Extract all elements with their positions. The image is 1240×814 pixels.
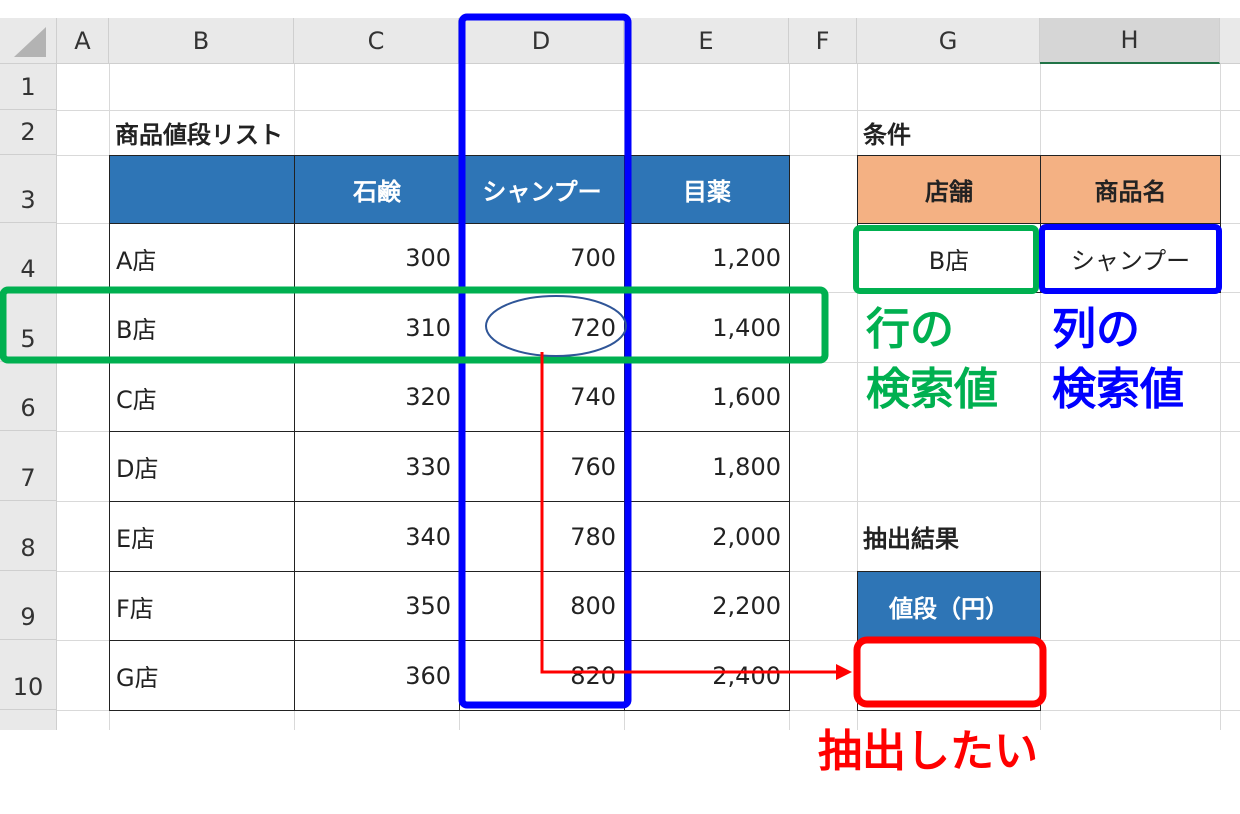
row-lookup-label-line1: 行の [866,304,954,355]
table-cell-store[interactable]: C店 [109,362,295,432]
table-cell-shampoo[interactable]: 820 [459,640,625,711]
table-cell-eyedrops[interactable]: 1,200 [624,223,790,293]
price-table-header-shampoo[interactable]: シャンプー [459,155,625,224]
row-header-5[interactable]: 5 [0,292,57,362]
price-table-header-eyedrops[interactable]: 目薬 [624,155,790,224]
column-header-a[interactable]: A [57,18,109,64]
price-list-title[interactable]: 商品値段リスト [109,110,369,155]
row-header-6[interactable]: 6 [0,362,57,431]
table-cell-soap[interactable]: 340 [294,501,460,572]
table-cell-shampoo[interactable]: 760 [459,431,625,502]
row-header-1[interactable]: 1 [0,64,57,110]
table-cell-eyedrops[interactable]: 2,200 [624,571,790,641]
select-all-corner[interactable] [0,18,57,64]
column-header-c[interactable]: C [294,18,459,64]
select-all-triangle-icon [14,26,46,57]
row-header-8[interactable]: 8 [0,501,57,571]
table-cell-shampoo[interactable]: 780 [459,501,625,572]
result-title[interactable]: 抽出結果 [857,501,1040,571]
row-header-7[interactable]: 7 [0,431,57,501]
column-header-e[interactable]: E [624,18,789,64]
conditions-header-store[interactable]: 店舗 [857,155,1041,224]
row-header-2[interactable]: 2 [0,110,57,155]
table-cell-eyedrops[interactable]: 1,600 [624,362,790,432]
result-header-price[interactable]: 値段（円） [857,571,1041,641]
column-header-g[interactable]: G [857,18,1040,64]
row-header-9[interactable]: 9 [0,571,57,640]
conditions-title[interactable]: 条件 [857,110,1040,155]
table-cell-store[interactable]: F店 [109,571,295,641]
table-cell-eyedrops[interactable]: 2,000 [624,501,790,572]
table-cell-shampoo[interactable]: 740 [459,362,625,432]
table-cell-store[interactable]: E店 [109,501,295,572]
row-header-4[interactable]: 4 [0,223,57,292]
column-header-d[interactable]: D [459,18,624,64]
row-header-10[interactable]: 10 [0,640,57,710]
column-header-h[interactable]: H [1040,18,1220,64]
column-header-i[interactable] [1220,18,1240,64]
store-lookup-value[interactable]: B店 [857,223,1041,293]
price-table-header-store[interactable] [109,155,295,224]
table-cell-soap[interactable]: 310 [294,292,460,363]
extract-label: 抽出したい [818,726,1038,777]
table-cell-shampoo[interactable]: 700 [459,223,625,293]
table-cell-eyedrops[interactable]: 1,400 [624,292,790,363]
table-cell-soap[interactable]: 330 [294,431,460,502]
column-header-b[interactable]: B [109,18,294,64]
row-lookup-label-line2: 検索値 [866,364,998,415]
table-cell-soap[interactable]: 320 [294,362,460,432]
table-cell-soap[interactable]: 360 [294,640,460,711]
price-table-header-soap[interactable]: 石鹸 [294,155,460,224]
row-header-3[interactable]: 3 [0,155,57,223]
conditions-header-product[interactable]: 商品名 [1040,155,1221,224]
table-cell-eyedrops[interactable]: 2,400 [624,640,790,711]
table-cell-store[interactable]: B店 [109,292,295,363]
column-lookup-label: 列の 検索値 [1052,300,1184,420]
column-header-f[interactable]: F [789,18,857,64]
table-cell-store[interactable]: A店 [109,223,295,293]
table-cell-shampoo[interactable]: 800 [459,571,625,641]
column-lookup-label-line2: 検索値 [1052,364,1184,415]
row-header-11[interactable] [0,710,57,730]
table-cell-eyedrops[interactable]: 1,800 [624,431,790,502]
result-value-cell[interactable] [857,640,1041,711]
table-cell-soap[interactable]: 350 [294,571,460,641]
product-lookup-value[interactable]: シャンプー [1040,223,1221,293]
table-cell-store[interactable]: G店 [109,640,295,711]
table-cell-store[interactable]: D店 [109,431,295,502]
table-cell-soap[interactable]: 300 [294,223,460,293]
table-cell-shampoo[interactable]: 720 [459,292,625,363]
column-lookup-label-line1: 列の [1052,304,1140,355]
row-lookup-label: 行の 検索値 [866,300,998,420]
